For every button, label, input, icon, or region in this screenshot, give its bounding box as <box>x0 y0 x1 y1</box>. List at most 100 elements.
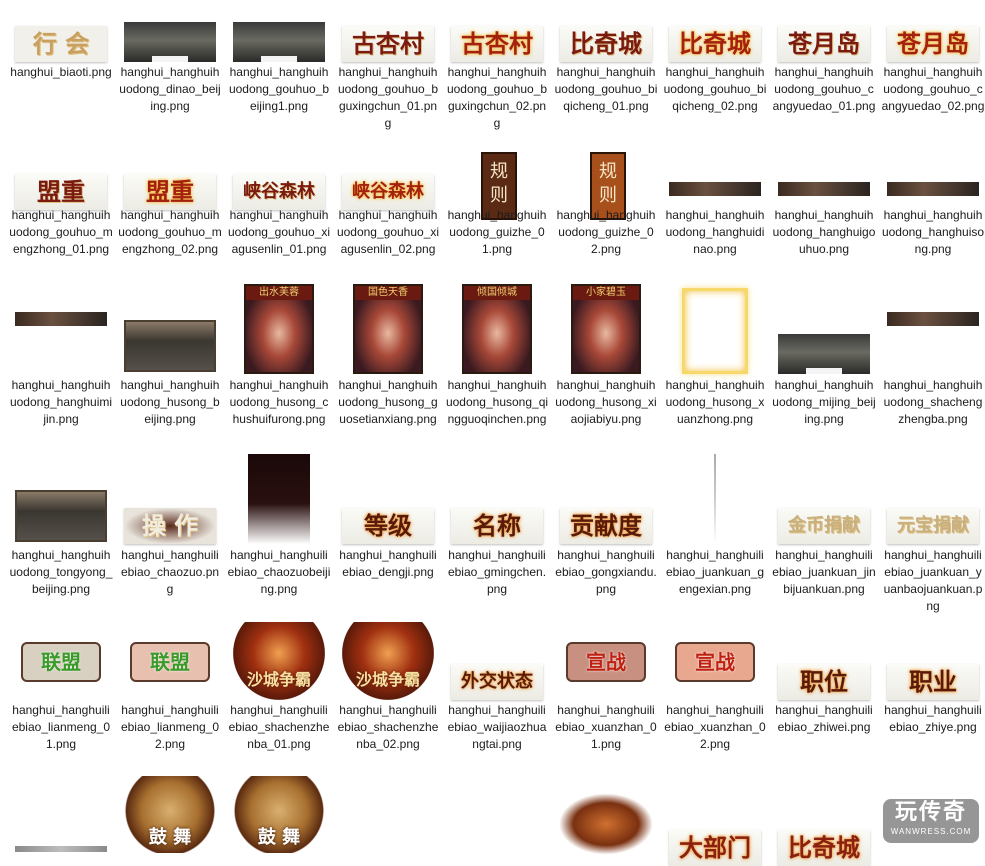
file-name: hanghui_hanghuihuodong_gouhuo_xiagusenli… <box>336 208 440 256</box>
file-name: hanghui_hanghuiliebiao_waijiaozhuangtai.… <box>447 703 547 751</box>
file-name: hanghui_hanghuiliebiao_xuanzhan_02.png <box>664 703 766 751</box>
file-item[interactable]: hanghui_hanghuihuodong_mijing_beijing.pn… <box>772 282 876 429</box>
file-item[interactable]: 苍月岛 hanghui_hanghuihuodong_gouhuo_cangyue… <box>882 12 984 116</box>
file-thumbnail: 大部门 <box>669 830 761 866</box>
file-item[interactable]: 元宝捐献 hanghui_hanghuiliebiao_juankuan_yuan… <box>884 452 982 613</box>
file-item[interactable]: 古杏村 hanghui_hanghuihuodong_gouhuo_bguxing… <box>338 12 438 130</box>
file-thumbnail: 盟重 <box>15 174 107 210</box>
file-thumbnail: 操 作 <box>124 508 216 544</box>
file-thumbnail: 国色天香 <box>353 284 423 374</box>
file-item[interactable] <box>560 776 652 854</box>
file-item[interactable]: 峡谷森林 hanghui_hanghuihuodong_gouhuo_xiagus… <box>337 152 439 259</box>
file-item[interactable]: 盟重 hanghui_hanghuihuodong_gouhuo_mengzhon… <box>118 152 222 259</box>
file-item[interactable]: 峡谷森林 hanghui_hanghuihuodong_gouhuo_xiagus… <box>228 152 330 259</box>
file-thumbnail: 名称 <box>451 508 543 544</box>
file-name: hanghui_hanghuihuodong_hanghuimijin.png <box>9 378 113 426</box>
file-item[interactable]: 等级 hanghui_hanghuiliebiao_dengji.png <box>339 452 437 599</box>
file-name: hanghui_hanghuihuodong_hanghuisong.png <box>881 208 985 256</box>
file-item[interactable]: 职业 hanghui_hanghuiliebiao_zhiye.png <box>884 622 982 754</box>
file-thumbnail: 比奇城 <box>669 26 761 62</box>
file-item[interactable]: 鼓 舞 <box>233 776 325 853</box>
file-thumbnail: 等级 <box>342 508 434 544</box>
file-item[interactable]: hanghui_hanghuihuodong_husong_beijing.pn… <box>120 282 220 429</box>
file-item[interactable]: 小家碧玉 hanghui_hanghuihuodong_husong_xiaoji… <box>555 282 657 429</box>
file-name: hanghui_hanghuihuodong_gouhuo_bguxingchu… <box>446 65 548 130</box>
file-thumbnail: 沙城争霸 <box>342 622 434 700</box>
file-item[interactable]: hanghui_hanghuihuodong_tongyong_beijing.… <box>10 452 112 599</box>
file-item[interactable]: 盟重 hanghui_hanghuihuodong_gouhuo_mengzhon… <box>9 152 113 259</box>
file-item[interactable]: 沙城争霸 hanghui_hanghuiliebiao_shachenzhenba… <box>229 622 329 754</box>
file-item[interactable]: 职位 hanghui_hanghuiliebiao_zhiwei.png <box>775 622 873 754</box>
watermark-title: 玩传奇 <box>894 800 967 825</box>
file-name: hanghui_hanghuiliebiao_chaozuobeijing.pn… <box>227 548 331 596</box>
file-name: hanghui_hanghuihuodong_gouhuo_mengzhong_… <box>118 208 222 256</box>
file-item[interactable]: hanghui_hanghuihuodong_shachengzhengba.p… <box>884 282 982 429</box>
file-name: hanghui_hanghuihuodong_husong_xiaojiabiy… <box>555 378 657 426</box>
file-item[interactable]: 沙城争霸 hanghui_hanghuiliebiao_shachenzhenba… <box>338 622 438 754</box>
file-name: hanghui_hanghuihuodong_gouhuo_biqicheng_… <box>554 65 658 113</box>
file-item[interactable]: hanghui_hanghuiliebiao_juankuan_gengexia… <box>666 452 764 599</box>
file-name: hanghui_hanghuihuodong_gouhuo_xiagusenli… <box>227 208 331 256</box>
file-thumbnail <box>15 846 107 852</box>
file-name: hanghui_hanghuihuodong_husong_qingguoqin… <box>445 378 549 426</box>
file-item[interactable] <box>15 776 107 853</box>
file-item[interactable]: 国色天香 hanghui_hanghuihuodong_husong_guoset… <box>338 282 438 429</box>
file-name: hanghui_hanghuiliebiao_lianmeng_01.png <box>11 703 111 751</box>
file-item[interactable]: 大部门 <box>669 776 761 866</box>
file-thumbnail: 出水芙蓉 <box>244 284 314 374</box>
file-name: hanghui_hanghuihuodong_guizhe_01.png <box>447 208 547 256</box>
file-item[interactable]: hanghui_hanghuihuodong_gouhuo_beijing1.p… <box>229 12 329 116</box>
file-name: hanghui_hanghuiliebiao_gongxiandu.png <box>555 548 657 596</box>
file-name: hanghui_hanghuiliebiao_gmingchen.png <box>447 548 547 596</box>
file-thumbnail: 鼓 舞 <box>233 776 325 853</box>
file-item[interactable]: 操 作 hanghui_hanghuiliebiao_chaozuo.png <box>121 452 219 599</box>
file-thumbnail: 苍月岛 <box>778 26 870 62</box>
file-item[interactable]: 贡献度 hanghui_hanghuiliebiao_gongxiandu.png <box>555 452 657 599</box>
file-item[interactable]: 出水芙蓉 hanghui_hanghuihuodong_husong_chushu… <box>230 282 328 429</box>
file-item[interactable]: hanghui_hanghuiliebiao_chaozuobeijing.pn… <box>228 452 330 599</box>
file-thumbnail: 外交状态 <box>451 664 543 700</box>
file-item[interactable]: hanghui_hanghuihuodong_husong_xuanzhong.… <box>666 282 764 429</box>
file-item[interactable]: 金币捐献 hanghui_hanghuiliebiao_juankuan_jinb… <box>772 452 876 599</box>
file-name: hanghui_hanghuihuodong_guizhe_02.png <box>556 208 656 256</box>
file-item[interactable]: 外交状态 hanghui_hanghuiliebiao_waijiaozhuang… <box>448 622 546 754</box>
file-name: hanghui_hanghuihuodong_hanghuigouhuo.png <box>772 208 876 256</box>
file-name: hanghui_hanghuiliebiao_juankuan_gengexia… <box>665 548 765 596</box>
file-thumbnail: 职位 <box>778 664 870 700</box>
file-thumbnail: 倾国倾城 <box>462 284 532 374</box>
file-thumbnail <box>248 454 310 544</box>
file-item[interactable]: 比奇城 hanghui_hanghuihuodong_gouhuo_biqiche… <box>664 12 766 116</box>
file-name: hanghui_hanghuiliebiao_juankuan_jinbijua… <box>772 548 876 596</box>
file-name: hanghui_hanghuiliebiao_shachenzhenba_01.… <box>228 703 330 751</box>
file-item[interactable]: hanghui_hanghuihuodong_hanghuisong.png <box>882 152 984 259</box>
file-item[interactable]: 规则 hanghui_hanghuihuodong_guizhe_01.png <box>448 152 546 259</box>
file-item[interactable]: 宣战 hanghui_hanghuiliebiao_xuanzhan_02.png <box>664 622 766 754</box>
file-item[interactable]: 苍月岛 hanghui_hanghuihuodong_gouhuo_cangyue… <box>773 12 875 116</box>
file-name: hanghui_hanghuihuodong_husong_guosetianx… <box>338 378 438 426</box>
file-item[interactable]: 规则 hanghui_hanghuihuodong_guizhe_02.png <box>557 152 655 259</box>
file-thumbnail: 比奇城 <box>778 830 870 866</box>
file-item[interactable]: 宣战 hanghui_hanghuiliebiao_xuanzhan_01.png <box>555 622 657 754</box>
file-item[interactable]: 古杏村 hanghui_hanghuihuodong_gouhuo_bguxing… <box>447 12 547 130</box>
file-item[interactable]: 联盟 hanghui_hanghuiliebiao_lianmeng_01.png <box>12 622 110 754</box>
file-name: hanghui_hanghuihuodong_hanghuidinao.png <box>665 208 765 256</box>
file-item[interactable]: hanghui_hanghuihuodong_hanghuimijin.png <box>10 282 112 429</box>
file-thumbnail: 峡谷森林 <box>233 174 325 210</box>
file-item[interactable]: 倾国倾城 hanghui_hanghuihuodong_husong_qinggu… <box>446 282 548 429</box>
file-item[interactable]: 名称 hanghui_hanghuiliebiao_gmingchen.png <box>448 452 546 599</box>
file-name: hanghui_hanghuihuodong_shachengzhengba.p… <box>883 378 983 426</box>
file-item[interactable]: 鼓 舞 <box>124 776 216 853</box>
file-item[interactable]: hanghui_hanghuihuodong_hanghuidinao.png <box>666 152 764 259</box>
file-item[interactable]: 比奇城 hanghui_hanghuihuodong_gouhuo_biqiche… <box>555 12 657 116</box>
file-name: hanghui_hanghuiliebiao_xuanzhan_01.png <box>555 703 657 751</box>
file-thumbnail: 元宝捐献 <box>887 508 979 544</box>
file-item[interactable]: 比奇城 <box>778 776 870 866</box>
file-item[interactable]: hanghui_hanghuihuodong_dinao_beijing.png <box>119 12 221 116</box>
file-thumbnail <box>887 182 979 196</box>
file-name: hanghui_hanghuihuodong_dinao_beijing.png <box>119 65 221 113</box>
file-name: hanghui_hanghuihuodong_husong_chushuifur… <box>229 378 329 426</box>
file-item[interactable]: 联盟 hanghui_hanghuiliebiao_lianmeng_02.png <box>121 622 219 754</box>
file-item[interactable]: hanghui_hanghuihuodong_hanghuigouhuo.png <box>773 152 875 259</box>
file-thumbnail <box>560 794 652 854</box>
file-item[interactable]: 行 会 hanghui_biaoti.png <box>10 12 112 116</box>
